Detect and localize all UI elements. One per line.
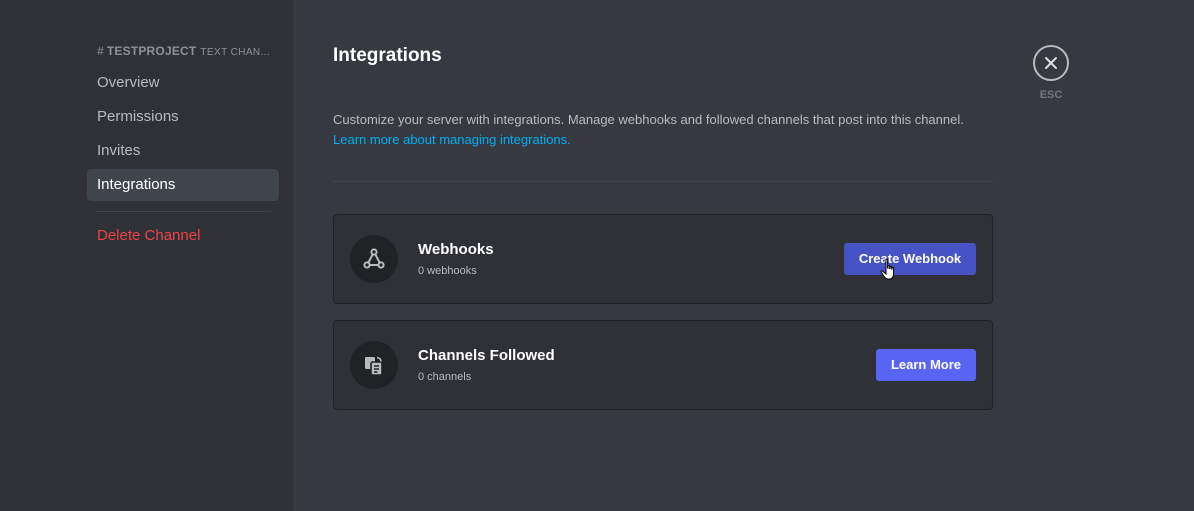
channel-type: TEXT CHAN... [200, 47, 271, 58]
close-icon[interactable] [1033, 45, 1069, 81]
page-title: Integrations [333, 45, 442, 66]
hand-cursor-icon [880, 258, 895, 280]
page-description: Customize your server with integrations.… [333, 110, 964, 150]
section-divider [333, 181, 993, 182]
settings-sidebar: # TESTPROJECT TEXT CHAN... Overview Permis… [0, 0, 293, 511]
channel-header: # TESTPROJECT TEXT CHAN... [87, 44, 279, 61]
close-settings: ESC [1033, 45, 1069, 101]
learn-more-integrations-link[interactable]: Learn more about managing integrations. [333, 130, 964, 150]
delete-channel-button[interactable]: Delete Channel [87, 220, 279, 252]
webhook-icon [350, 235, 398, 283]
channels-followed-icon [350, 341, 398, 389]
sidebar-item-overview[interactable]: Overview [87, 67, 279, 99]
description-text: Customize your server with integrations.… [333, 112, 964, 127]
sidebar-item-permissions[interactable]: Permissions [87, 101, 279, 133]
sidebar-nav: # TESTPROJECT TEXT CHAN... Overview Permis… [87, 44, 279, 252]
sidebar-item-invites[interactable]: Invites [87, 135, 279, 167]
channels-followed-count: 0 channels [418, 371, 472, 383]
sidebar-item-integrations[interactable]: Integrations [87, 169, 279, 201]
create-webhook-button[interactable]: Create Webhook [844, 243, 976, 275]
channels-followed-title: Channels Followed [418, 347, 555, 364]
channels-followed-card: Channels Followed 0 channels Learn More [333, 320, 993, 410]
channel-hash: # [97, 44, 104, 58]
learn-more-button[interactable]: Learn More [876, 349, 976, 381]
webhooks-title: Webhooks [418, 241, 494, 258]
sidebar-divider [95, 211, 271, 212]
channel-name: TESTPROJECT [106, 44, 197, 58]
esc-label: ESC [1039, 89, 1063, 101]
webhooks-count: 0 webhooks [418, 265, 477, 277]
